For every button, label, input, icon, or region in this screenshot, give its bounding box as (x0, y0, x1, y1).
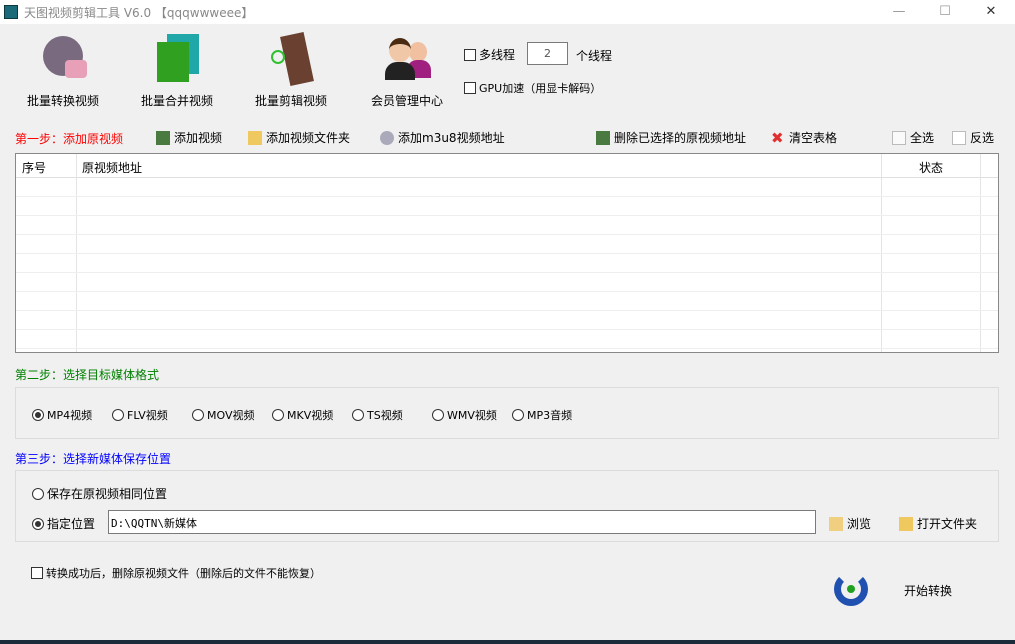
minimize-button[interactable]: — (876, 0, 922, 24)
format-radio-mkv[interactable]: MKV视频 (272, 407, 333, 423)
document-icon (892, 130, 906, 145)
film-reel-convert-icon (35, 30, 91, 86)
format-radio-mov[interactable]: MOV视频 (192, 407, 254, 423)
step1-label: 第一步：添加原视频 (15, 132, 124, 146)
select-all-button[interactable]: 全选 (892, 129, 934, 146)
delete-selected-button[interactable]: 删除已选择的原视频地址 (596, 129, 746, 146)
gpu-check[interactable] (464, 82, 476, 94)
taskbar-edge (0, 640, 1015, 644)
specify-location-radio[interactable]: 指定位置 (32, 515, 95, 532)
thread-count-input[interactable]: 2 (527, 42, 568, 65)
start-convert-button[interactable]: 开始转换 (904, 582, 952, 599)
batch-merge-button[interactable]: 批量合并视频 (122, 30, 232, 109)
video-table[interactable]: 序号 原视频地址 状态 (15, 153, 999, 353)
format-radio-wmv[interactable]: WMV视频 (432, 407, 497, 423)
multithread-checkbox[interactable]: 多线程 (464, 46, 515, 63)
batch-convert-button[interactable]: 批量转换视频 (8, 30, 118, 109)
x-icon: ✖ (771, 128, 784, 147)
close-button[interactable]: ✕ (968, 0, 1014, 24)
add-folder-button[interactable]: 添加视频文件夹 (248, 129, 350, 146)
save-path-input[interactable]: D:\QQTN\新媒体 (108, 510, 816, 534)
format-radio-ts[interactable]: TS视频 (352, 407, 403, 423)
format-radio-mp4[interactable]: MP4视频 (32, 407, 92, 423)
column-header-index[interactable]: 序号 (22, 159, 46, 176)
film-add-icon (156, 130, 170, 145)
blank-page-icon (952, 130, 966, 145)
add-m3u8-button[interactable]: 添加m3u8视频地址 (380, 129, 505, 146)
gpu-checkbox[interactable]: GPU加速（用显卡解码） (464, 80, 601, 96)
column-header-address[interactable]: 原视频地址 (82, 159, 142, 176)
folder-icon (899, 516, 913, 531)
film-delete-icon (596, 130, 610, 145)
open-folder-button[interactable]: 打开文件夹 (899, 515, 977, 532)
format-radio-mp3[interactable]: MP3音频 (512, 407, 572, 423)
step3-label: 第三步：选择新媒体保存位置 (15, 452, 172, 466)
same-location-radio[interactable]: 保存在原视频相同位置 (32, 485, 167, 502)
column-header-status[interactable]: 状态 (919, 159, 943, 176)
webcam-add-icon (380, 130, 394, 145)
clear-table-button[interactable]: ✖ 清空表格 (771, 129, 837, 146)
batch-cut-button[interactable]: 批量剪辑视频 (236, 30, 346, 109)
format-radio-flv[interactable]: FLV视频 (112, 407, 168, 423)
add-video-button[interactable]: 添加视频 (156, 129, 222, 146)
film-cut-icon (263, 30, 319, 86)
users-icon (379, 30, 435, 86)
maximize-button[interactable]: ☐ (922, 0, 968, 24)
invert-select-button[interactable]: 反选 (952, 129, 994, 146)
start-convert-icon[interactable] (834, 572, 868, 606)
merge-film-icon (149, 30, 205, 86)
window-title: 天图视频剪辑工具 V6.0 【qqqwwweee】 (24, 6, 254, 20)
folder-add-icon (248, 130, 262, 145)
multithread-check[interactable] (464, 48, 476, 61)
delete-after-checkbox[interactable]: 转换成功后，删除原视频文件（删除后的文件不能恢复） (31, 565, 321, 581)
step2-label: 第二步：选择目标媒体格式 (15, 368, 160, 382)
browse-button[interactable]: 浏览 (829, 515, 871, 532)
app-icon (4, 5, 18, 19)
member-center-button[interactable]: 会员管理中心 (352, 30, 462, 109)
folder-search-icon (829, 516, 843, 531)
thread-unit-label: 个线程 (576, 49, 613, 63)
